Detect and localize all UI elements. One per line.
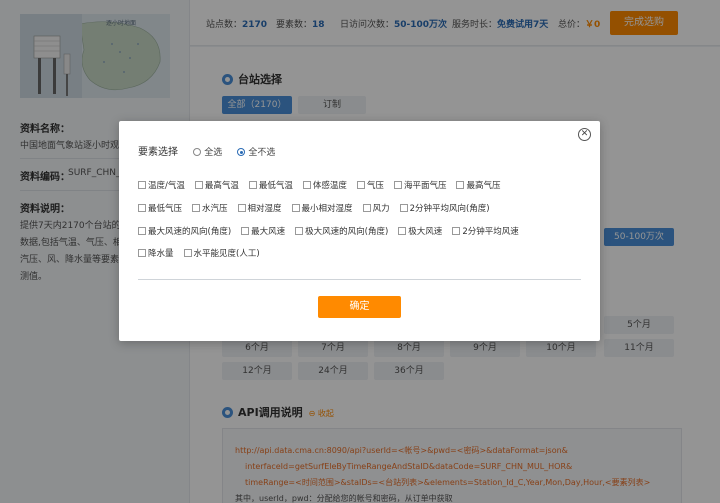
element-checkbox[interactable]: 气压 <box>356 179 384 191</box>
element-checkbox[interactable]: 海平面气压 <box>393 179 446 191</box>
element-checkbox[interactable]: 2分钟平均风速 <box>452 225 519 237</box>
element-checkbox[interactable]: 最大风速的风向(角度) <box>138 225 231 237</box>
select-none-radio[interactable]: 全不选 <box>237 145 275 158</box>
checkbox-row: 最大风速的风向(角度) 最大风速 极大风速的风向(角度) 极大风速 2分钟平均风速 <box>138 225 529 237</box>
element-checkbox[interactable]: 极大风速 <box>398 225 442 237</box>
radio-icon[interactable] <box>193 148 202 156</box>
modal-title: 要素选择 <box>138 147 178 158</box>
radio-checked-icon[interactable] <box>237 148 246 156</box>
select-all-radio[interactable]: 全选 <box>193 145 222 158</box>
modal-header: 要素选择 全选 全不选 <box>138 143 275 158</box>
element-checkbox[interactable]: 降水量 <box>138 247 174 259</box>
element-checkbox[interactable]: 最大风速 <box>241 225 285 237</box>
checkbox-row: 降水量 水平能见度(人工) <box>138 247 270 259</box>
element-checkbox[interactable]: 极大风速的风向(角度) <box>295 225 388 237</box>
element-checkbox[interactable]: 体感温度 <box>302 179 347 191</box>
element-checkbox[interactable]: 最低气压 <box>138 202 182 214</box>
element-checkbox[interactable]: 最低气温 <box>248 179 293 191</box>
element-selection-modal: ✕ 要素选择 全选 全不选 温度/气温 最高气温 最低气温 体感温度 气压 海平面气压 最高… <box>119 121 600 341</box>
confirm-button[interactable]: 确定 <box>318 296 401 318</box>
element-checkbox[interactable]: 水汽压 <box>192 202 228 214</box>
element-checkbox[interactable]: 最高气压 <box>456 179 500 191</box>
element-checkbox[interactable]: 水平能见度(人工) <box>183 247 260 259</box>
close-icon[interactable]: ✕ <box>578 128 591 141</box>
element-checkbox[interactable]: 2分钟平均风向(角度) <box>399 202 490 214</box>
element-checkbox[interactable]: 最小相对湿度 <box>291 202 353 214</box>
checkbox-row: 最低气压 水汽压 相对湿度 最小相对湿度 风力 2分钟平均风向(角度) <box>138 202 500 214</box>
element-checkbox[interactable]: 风力 <box>362 202 390 214</box>
element-checkbox[interactable]: 最高气温 <box>194 179 239 191</box>
checkbox-row: 温度/气温 最高气温 最低气温 体感温度 气压 海平面气压 最高气压 <box>138 179 510 191</box>
element-checkbox[interactable]: 相对湿度 <box>237 202 282 214</box>
modal-divider <box>138 279 581 280</box>
element-checkbox[interactable]: 温度/气温 <box>138 179 185 191</box>
